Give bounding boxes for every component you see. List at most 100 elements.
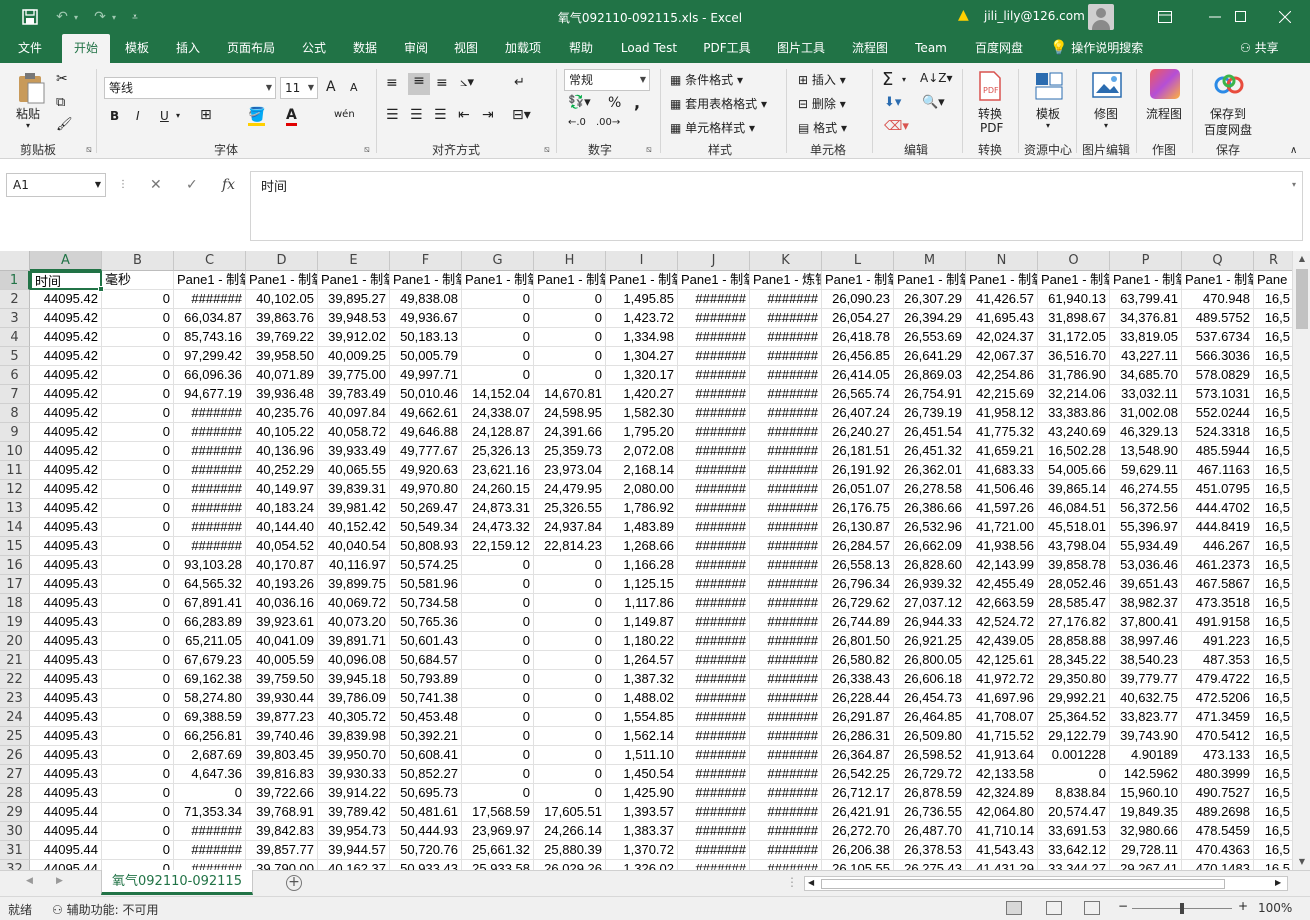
table-cell[interactable]: 38,540.23 xyxy=(1110,651,1182,670)
vertical-scrollbar[interactable]: ▲ ▼ xyxy=(1292,251,1310,870)
table-cell[interactable]: 33,642.12 xyxy=(1038,841,1110,860)
horizontal-scrollbar[interactable]: ◀ ▶ xyxy=(804,876,1288,891)
column-header[interactable]: O xyxy=(1038,251,1110,271)
table-cell[interactable]: ####### xyxy=(750,556,822,575)
table-cell[interactable]: 0 xyxy=(534,784,606,803)
table-cell[interactable]: 33,032.11 xyxy=(1110,385,1182,404)
table-cell[interactable]: 29,728.11 xyxy=(1110,841,1182,860)
save-baidu-label-2[interactable]: 百度网盘 xyxy=(1204,121,1252,138)
page-layout-view-icon[interactable] xyxy=(1046,901,1062,915)
table-cell[interactable]: 0 xyxy=(102,594,174,613)
row-header[interactable]: 23 xyxy=(0,689,30,708)
table-cell[interactable]: 26,275.43 xyxy=(894,860,966,870)
table-cell[interactable]: 44095.42 xyxy=(30,290,102,309)
table-cell[interactable]: 470.4363 xyxy=(1182,841,1254,860)
table-cell[interactable]: 2,080.00 xyxy=(606,480,678,499)
table-cell[interactable]: ####### xyxy=(750,442,822,461)
row-header[interactable]: 27 xyxy=(0,765,30,784)
table-cell[interactable]: 40,058.72 xyxy=(318,423,390,442)
tab-flowchart[interactable]: 流程图 xyxy=(842,34,898,63)
table-cell[interactable]: 50,741.38 xyxy=(390,689,462,708)
delete-cells-button[interactable]: ⊟ 删除 ▾ xyxy=(798,95,846,112)
table-cell[interactable]: ####### xyxy=(678,347,750,366)
table-cell[interactable]: 0 xyxy=(102,366,174,385)
table-cell[interactable]: 44095.42 xyxy=(30,480,102,499)
table-cell[interactable]: 46,274.55 xyxy=(1110,480,1182,499)
table-cell[interactable]: 40,235.76 xyxy=(246,404,318,423)
table-cell[interactable]: 26,407.24 xyxy=(822,404,894,423)
underline-dropdown-icon[interactable]: ▾ xyxy=(176,111,180,120)
table-cell[interactable]: 66,283.89 xyxy=(174,613,246,632)
row-header[interactable]: 14 xyxy=(0,518,30,537)
table-cell[interactable]: 1,582.30 xyxy=(606,404,678,423)
table-cell[interactable]: 0 xyxy=(462,708,534,727)
table-cell[interactable]: 41,683.33 xyxy=(966,461,1038,480)
save-baidu-label-1[interactable]: 保存到 xyxy=(1210,105,1246,122)
table-cell[interactable]: 44095.42 xyxy=(30,404,102,423)
table-cell[interactable]: 39,945.18 xyxy=(318,670,390,689)
table-cell[interactable]: 26,736.55 xyxy=(894,803,966,822)
table-cell[interactable]: 16,5 xyxy=(1254,537,1292,556)
table-cell[interactable]: 4,647.36 xyxy=(174,765,246,784)
table-cell[interactable]: 71,353.34 xyxy=(174,803,246,822)
table-cell[interactable]: 65,211.05 xyxy=(174,632,246,651)
column-header[interactable]: E xyxy=(318,251,390,271)
scroll-up-icon[interactable]: ▲ xyxy=(1293,251,1310,267)
table-cell[interactable]: 16,5 xyxy=(1254,328,1292,347)
bold-button[interactable]: B xyxy=(110,109,119,123)
table-cell[interactable]: 1,383.37 xyxy=(606,822,678,841)
table-cell[interactable]: 1,117.86 xyxy=(606,594,678,613)
template-dropdown-icon[interactable]: ▾ xyxy=(1046,121,1050,130)
align-bottom-icon[interactable]: ≡ xyxy=(436,75,448,91)
table-cell[interactable]: 97,299.42 xyxy=(174,347,246,366)
table-cell[interactable]: 1,334.98 xyxy=(606,328,678,347)
table-cell[interactable]: 16,5 xyxy=(1254,461,1292,480)
table-cell[interactable]: 39,839.98 xyxy=(318,727,390,746)
table-cell[interactable]: 0 xyxy=(462,632,534,651)
vertical-scroll-thumb[interactable] xyxy=(1296,269,1308,329)
table-cell[interactable]: 44095.43 xyxy=(30,594,102,613)
header-cell[interactable]: 毫秒 xyxy=(102,271,174,290)
column-header[interactable]: A xyxy=(30,251,102,271)
tab-formulas[interactable]: 公式 xyxy=(292,34,336,63)
share-button[interactable]: ⚇ 共享 xyxy=(1240,34,1279,63)
table-cell[interactable]: ####### xyxy=(174,480,246,499)
table-cell[interactable]: 26,338.43 xyxy=(822,670,894,689)
table-cell[interactable]: 38,997.46 xyxy=(1110,632,1182,651)
table-cell[interactable]: 44095.43 xyxy=(30,537,102,556)
table-cell[interactable]: 50,720.76 xyxy=(390,841,462,860)
row-header[interactable]: 6 xyxy=(0,366,30,385)
table-cell[interactable]: 485.5944 xyxy=(1182,442,1254,461)
table-cell[interactable]: 1,166.28 xyxy=(606,556,678,575)
row-header[interactable]: 19 xyxy=(0,613,30,632)
merge-icon[interactable]: ⊟▾ xyxy=(512,107,531,123)
header-cell[interactable]: Pane1 - 制氧 xyxy=(678,271,750,290)
table-cell[interactable]: ####### xyxy=(750,841,822,860)
table-cell[interactable]: 26,054.27 xyxy=(822,309,894,328)
table-cell[interactable]: ####### xyxy=(678,442,750,461)
table-cell[interactable]: 67,891.41 xyxy=(174,594,246,613)
table-cell[interactable]: ####### xyxy=(174,442,246,461)
table-cell[interactable]: 19,849.35 xyxy=(1110,803,1182,822)
table-cell[interactable]: ####### xyxy=(750,309,822,328)
table-cell[interactable]: ####### xyxy=(174,461,246,480)
table-cell[interactable]: 1,554.85 xyxy=(606,708,678,727)
table-cell[interactable]: 59,629.11 xyxy=(1110,461,1182,480)
table-cell[interactable]: 26,278.58 xyxy=(894,480,966,499)
header-cell[interactable]: Pane1 - 制氧 xyxy=(390,271,462,290)
table-cell[interactable]: ####### xyxy=(750,518,822,537)
table-cell[interactable]: 0 xyxy=(102,347,174,366)
normal-view-icon[interactable] xyxy=(1006,901,1022,915)
table-cell[interactable]: 50,574.25 xyxy=(390,556,462,575)
table-cell[interactable]: 34,376.81 xyxy=(1110,309,1182,328)
table-cell[interactable]: 56,372.56 xyxy=(1110,499,1182,518)
table-cell[interactable]: 50,601.43 xyxy=(390,632,462,651)
table-cell[interactable]: 29,350.80 xyxy=(1038,670,1110,689)
table-cell[interactable]: 489.2698 xyxy=(1182,803,1254,822)
column-header[interactable]: G xyxy=(462,251,534,271)
table-cell[interactable]: ####### xyxy=(750,347,822,366)
table-cell[interactable]: 16,5 xyxy=(1254,290,1292,309)
table-cell[interactable]: 25,326.55 xyxy=(534,499,606,518)
restore-icon[interactable] xyxy=(1218,5,1264,29)
table-cell[interactable]: 26,090.23 xyxy=(822,290,894,309)
